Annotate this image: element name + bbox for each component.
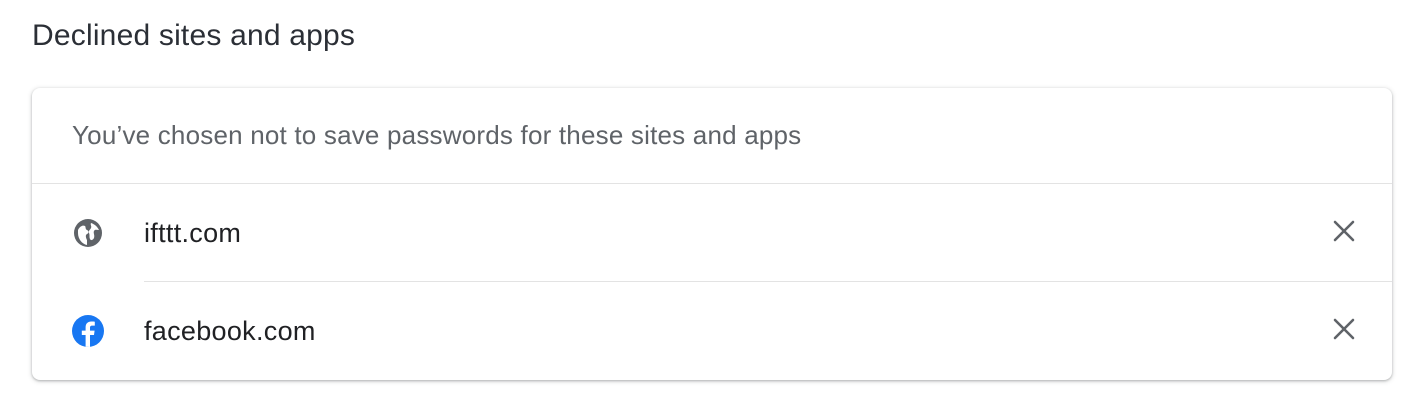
site-name: ifttt.com — [144, 218, 242, 248]
remove-site-button[interactable] — [1324, 213, 1364, 253]
close-icon — [1333, 318, 1355, 345]
declined-sites-page: Declined sites and apps You’ve chosen no… — [0, 0, 1426, 404]
card-header: You’ve chosen not to save passwords for … — [32, 88, 1392, 184]
close-icon — [1333, 220, 1355, 247]
card-description: You’ve chosen not to save passwords for … — [72, 120, 802, 150]
remove-site-button[interactable] — [1324, 311, 1364, 351]
list-item: ifttt.com — [32, 184, 1392, 282]
site-name: facebook.com — [144, 316, 316, 346]
list-item: facebook.com — [32, 282, 1392, 380]
globe-icon — [72, 217, 104, 249]
facebook-icon — [72, 315, 104, 347]
section-title: Declined sites and apps — [32, 19, 356, 52]
declined-sites-card: You’ve chosen not to save passwords for … — [32, 88, 1392, 380]
